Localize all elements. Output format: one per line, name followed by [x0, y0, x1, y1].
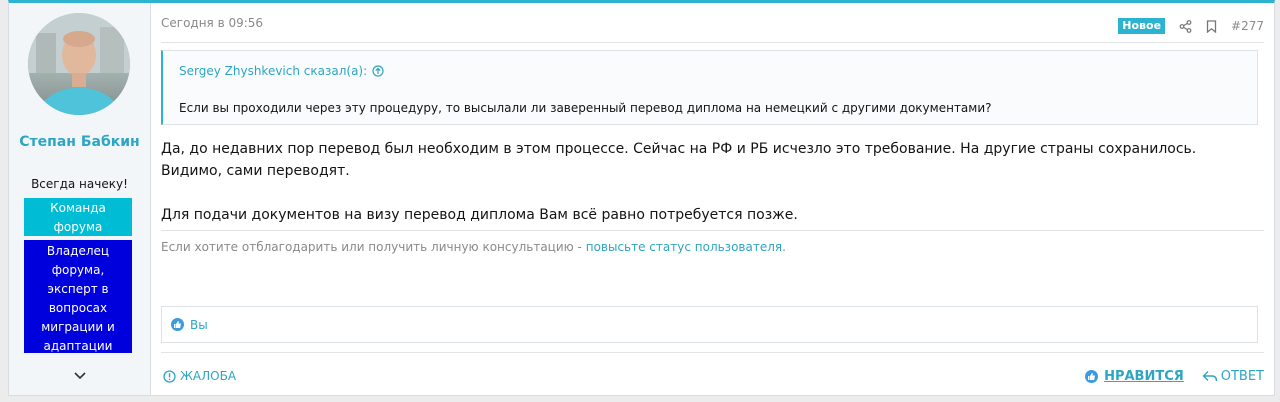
share-icon[interactable] — [1179, 19, 1192, 33]
reply-icon — [1202, 370, 1218, 383]
post-number[interactable]: #277 — [1231, 19, 1264, 33]
user-title: Всегда начеку! — [31, 177, 128, 191]
signature-end: . — [782, 240, 786, 254]
banner-owner: Владелец форума, эксперт в вопросах мигр… — [24, 240, 132, 353]
quote-block: Sergey Zhyshkevich сказал(а): Если вы пр… — [161, 50, 1258, 125]
post-body: Да, до недавних пор перевод был необходи… — [161, 138, 1261, 226]
footer-divider — [161, 352, 1264, 353]
signature: Если хотите отблагодарить или получить л… — [161, 240, 786, 254]
alert-circle-icon — [163, 369, 176, 383]
like-icon — [1085, 370, 1099, 383]
bookmark-icon[interactable] — [1206, 19, 1217, 33]
footer-actions: НРАВИТСЯ ОТВЕТ — [1085, 369, 1264, 384]
avatar[interactable] — [28, 13, 130, 115]
reply-label: ОТВЕТ — [1220, 369, 1264, 384]
post-paragraph-2: Для подачи документов на визу перевод ди… — [161, 207, 798, 223]
post-date[interactable]: Сегодня в 09:56 — [161, 16, 263, 30]
new-badge: Новое — [1118, 18, 1166, 34]
like-button[interactable]: НРАВИТСЯ — [1085, 369, 1184, 384]
arrow-up-circle-icon[interactable] — [372, 65, 384, 77]
post-paragraph-1: Да, до недавних пор перевод был необходи… — [161, 141, 1197, 179]
reactions-bar[interactable]: Вы — [161, 306, 1258, 343]
forum-post: Степан Бабкин Всегда начеку! Команда фор… — [8, 0, 1275, 396]
header-divider — [161, 42, 1264, 43]
report-label: ЖАЛОБА — [180, 369, 237, 383]
report-button[interactable]: ЖАЛОБА — [163, 369, 236, 383]
signature-text: Если хотите отблагодарить или получить л… — [161, 240, 586, 254]
like-label: НРАВИТСЯ — [1104, 369, 1184, 384]
banner-team: Команда форума — [24, 198, 132, 236]
upgrade-status-link[interactable]: повысьте статус пользователя — [586, 240, 782, 254]
signature-divider — [161, 230, 1264, 231]
post-actions: Новое #277 — [1118, 18, 1264, 34]
post-main: Сегодня в 09:56 Новое #277 Sergey Zhyshk… — [151, 3, 1274, 395]
reply-button[interactable]: ОТВЕТ — [1202, 369, 1264, 384]
username[interactable]: Степан Бабкин — [9, 132, 150, 152]
reaction-user[interactable]: Вы — [190, 318, 208, 332]
quote-text: Если вы проходили через эту процедуру, т… — [179, 101, 992, 115]
quote-header[interactable]: Sergey Zhyshkevich сказал(а): — [179, 64, 384, 78]
user-column: Степан Бабкин Всегда начеку! Команда фор… — [9, 3, 151, 395]
quote-author[interactable]: Sergey Zhyshkevich сказал(а): — [179, 64, 367, 78]
chevron-down-icon[interactable] — [9, 369, 150, 385]
like-reaction-icon — [171, 318, 184, 331]
